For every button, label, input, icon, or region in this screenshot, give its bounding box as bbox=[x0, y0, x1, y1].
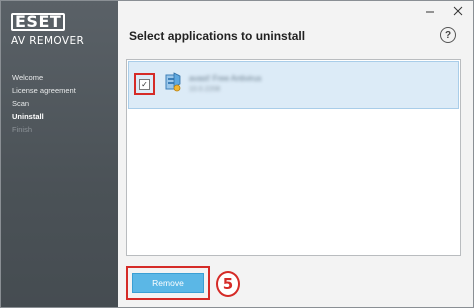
page-header: Select applications to uninstall ? bbox=[118, 21, 473, 51]
step-scan: Scan bbox=[12, 99, 30, 108]
list-item[interactable]: ✓ avast! Free Antivirus 10.0.2208 bbox=[128, 61, 459, 109]
title-bar bbox=[118, 1, 473, 21]
minimize-button[interactable] bbox=[416, 1, 444, 21]
app-version: 10.0.2208 bbox=[189, 86, 221, 93]
help-icon: ? bbox=[444, 29, 452, 41]
app-checkbox[interactable]: ✓ bbox=[139, 79, 150, 90]
eset-av-remover-window: ESET AV REMOVER Welcome License agreemen… bbox=[0, 0, 474, 308]
minimize-icon bbox=[426, 11, 434, 13]
brand-name: ESET bbox=[11, 13, 66, 31]
application-list: ✓ avast! Free Antivirus 10.0.2208 bbox=[126, 59, 461, 256]
eset-logo: ESET AV REMOVER bbox=[11, 13, 84, 47]
page-title: Select applications to uninstall bbox=[129, 29, 306, 43]
step-finish: Finish bbox=[12, 125, 33, 134]
logo-mark: ESET bbox=[11, 13, 66, 31]
remove-highlight: Remove bbox=[126, 266, 210, 300]
remove-button[interactable]: Remove bbox=[132, 273, 204, 293]
step-uninstall: Uninstall bbox=[12, 112, 44, 121]
close-button[interactable] bbox=[444, 1, 472, 21]
step-license-agreement: License agreement bbox=[12, 86, 76, 95]
wizard-steps: Welcome License agreement Scan Uninstall… bbox=[12, 71, 76, 136]
product-name: AV REMOVER bbox=[11, 35, 85, 47]
step-welcome: Welcome bbox=[12, 73, 44, 82]
sidebar: ESET AV REMOVER Welcome License agreemen… bbox=[1, 1, 118, 307]
installer-icon bbox=[165, 72, 181, 92]
help-button[interactable]: ? bbox=[440, 27, 456, 43]
checkbox-highlight: ✓ bbox=[134, 73, 155, 95]
close-icon bbox=[453, 6, 463, 16]
step-number-badge: 5 bbox=[216, 271, 240, 297]
app-name: avast! Free Antivirus bbox=[189, 74, 262, 83]
